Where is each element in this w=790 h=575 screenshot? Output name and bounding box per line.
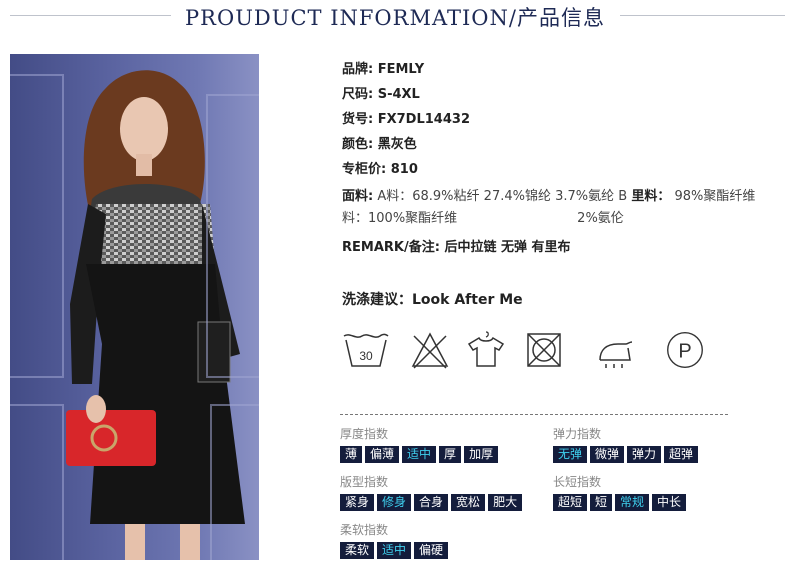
fit-option[interactable]: 肥大 xyxy=(488,494,523,511)
iron-icon xyxy=(599,341,633,368)
elasticity-option[interactable]: 微弹 xyxy=(590,446,625,463)
length-option[interactable]: 中长 xyxy=(652,494,687,511)
divider xyxy=(340,414,728,415)
info-sku: 货号: FX7DL14432 xyxy=(342,112,470,127)
svg-text:30: 30 xyxy=(359,349,373,363)
wash-30-icon: 30 xyxy=(343,333,389,367)
fit-option[interactable]: 合身 xyxy=(414,494,449,511)
dry-clean-p-icon: P xyxy=(667,332,703,368)
info-remark: REMARK/备注: 后中拉链 无弹 有里布 xyxy=(342,240,571,255)
thickness-index-title: 厚度指数 xyxy=(340,427,389,441)
thickness-option[interactable]: 偏薄 xyxy=(365,446,400,463)
fit-option-selected[interactable]: 修身 xyxy=(377,494,412,511)
elasticity-option-selected[interactable]: 无弹 xyxy=(553,446,588,463)
no-bleach-icon xyxy=(411,332,449,369)
info-brand: 品牌: FEMLY xyxy=(342,62,425,77)
care-advice: 洗涤建议：Look After Me xyxy=(342,292,523,308)
thickness-option[interactable]: 薄 xyxy=(340,446,363,463)
thickness-option-selected[interactable]: 适中 xyxy=(402,446,437,463)
length-index-title: 长短指数 xyxy=(553,475,602,489)
length-option-selected[interactable]: 常规 xyxy=(615,494,650,511)
elasticity-option[interactable]: 弹力 xyxy=(627,446,662,463)
softness-option[interactable]: 柔软 xyxy=(340,542,375,559)
page-title: PROUDUCT INFORMATION/产品信息 xyxy=(0,2,790,32)
info-color: 颜色: 黑灰色 xyxy=(342,137,417,152)
thickness-index: 薄 偏薄 适中 厚 加厚 xyxy=(340,446,499,463)
softness-option-selected[interactable]: 适中 xyxy=(377,542,412,559)
elasticity-option[interactable]: 超弹 xyxy=(664,446,699,463)
thickness-option[interactable]: 厚 xyxy=(439,446,462,463)
fit-option[interactable]: 宽松 xyxy=(451,494,486,511)
length-option[interactable]: 超短 xyxy=(553,494,588,511)
softness-option[interactable]: 偏硬 xyxy=(414,542,449,559)
info-size: 尺码: S-4XL xyxy=(342,87,420,102)
info-price: 专柜价: 810 xyxy=(342,162,418,177)
info-fabric: 面料: A料：68.9%粘纤 27.4%锦纶 3.7%氨纶 B 里料： 98%聚… xyxy=(342,189,756,226)
svg-text:P: P xyxy=(678,340,691,362)
elasticity-index: 无弹 微弹 弹力 超弹 xyxy=(553,446,699,463)
product-photo xyxy=(10,54,259,560)
fit-option[interactable]: 紧身 xyxy=(340,494,375,511)
softness-index: 柔软 适中 偏硬 xyxy=(340,542,449,559)
no-tumble-dry-icon xyxy=(527,333,561,367)
elasticity-index-title: 弹力指数 xyxy=(553,427,602,441)
thickness-option[interactable]: 加厚 xyxy=(464,446,499,463)
length-index: 超短 短 常规 中长 xyxy=(553,494,687,511)
fit-index-title: 版型指数 xyxy=(340,475,389,489)
softness-index-title: 柔软指数 xyxy=(340,523,389,537)
hang-dry-icon xyxy=(467,331,505,367)
fit-index: 紧身 修身 合身 宽松 肥大 xyxy=(340,494,523,511)
length-option[interactable]: 短 xyxy=(590,494,613,511)
